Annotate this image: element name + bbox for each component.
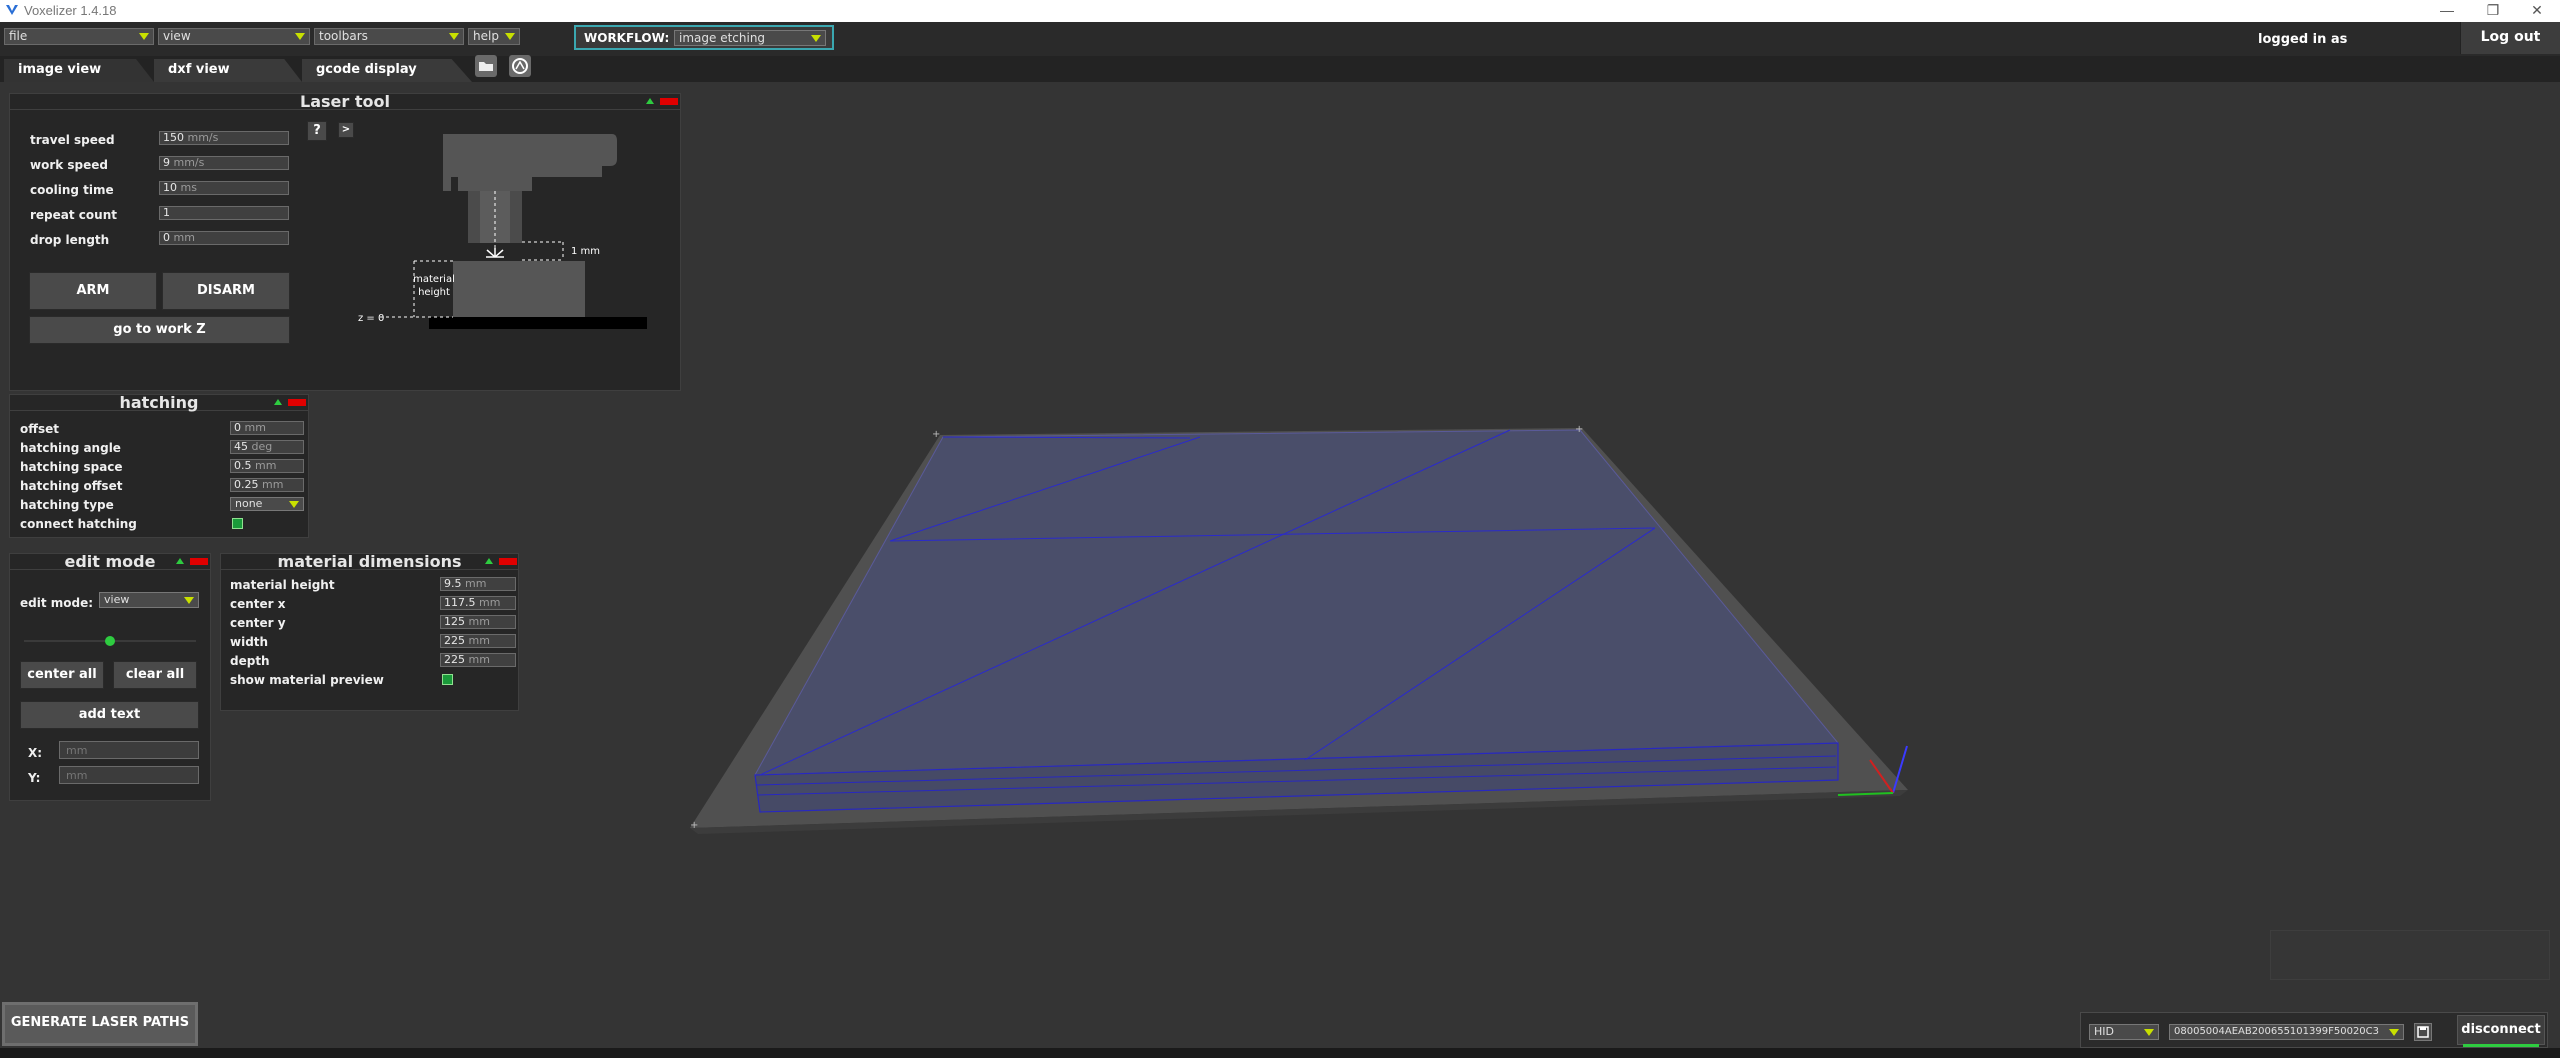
port-type-dropdown[interactable]: HID [2089,1024,2159,1040]
status-bar [0,1048,2560,1058]
material-block [754,429,1840,813]
port-type-value: HID [2094,1025,2114,1038]
generate-laser-paths-button[interactable]: GENERATE LASER PATHS [2,1002,198,1046]
corner-marker: + [1575,424,1583,435]
connection-status-indicator [2463,1044,2539,1047]
device-id-value: 08005004AEAB2006551013​99F50020C3 [2174,1026,2380,1037]
corner-marker: + [932,429,940,440]
notification-ghost [2270,930,2550,980]
3d-viewport[interactable]: + + + [0,0,2560,1058]
chevron-down-icon [2389,1029,2399,1036]
save-device-icon[interactable] [2414,1023,2432,1041]
connection-bar: HID 08005004AEAB2006551013​99F50020C3 di… [2080,1012,2548,1048]
disconnect-button[interactable]: disconnect [2457,1015,2545,1045]
corner-marker: + [690,820,698,831]
chevron-down-icon [2144,1029,2154,1036]
device-dropdown[interactable]: 08005004AEAB2006551013​99F50020C3 [2169,1024,2404,1040]
